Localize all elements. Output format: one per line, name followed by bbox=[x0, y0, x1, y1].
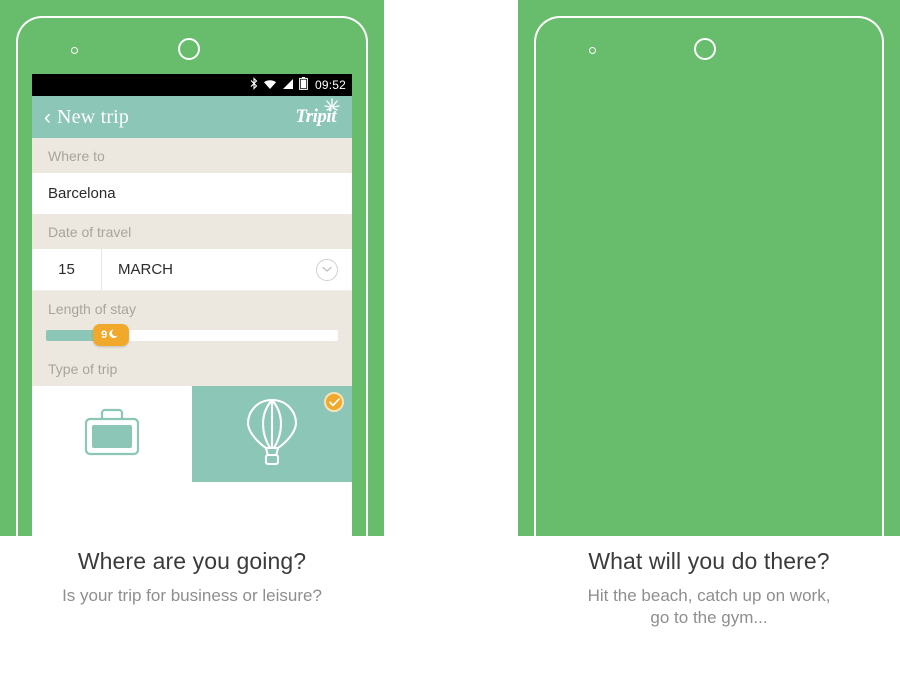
trip-type-leisure[interactable] bbox=[192, 386, 352, 482]
nav-bar-left: ‹ New trip Tripit bbox=[32, 96, 352, 138]
bluetooth-icon bbox=[250, 77, 258, 93]
right-caption-title: What will you do there? bbox=[588, 548, 830, 574]
date-of-travel-label: Date of travel bbox=[32, 214, 352, 249]
signal-icon bbox=[282, 78, 294, 93]
hot-air-balloon-icon bbox=[241, 396, 303, 473]
briefcase-icon bbox=[80, 404, 144, 465]
type-of-trip-label: Type of trip bbox=[32, 351, 352, 386]
left-promo-panel: 09:52 ‹ New trip Tripit Where to Barcelo… bbox=[0, 0, 384, 556]
page-title-left: New trip bbox=[57, 105, 130, 128]
screenshot-root: 09:52 ‹ New trip Tripit Where to Barcelo… bbox=[0, 0, 900, 675]
selected-check-icon bbox=[324, 392, 344, 412]
status-time-left: 09:52 bbox=[314, 78, 346, 92]
right-promo-panel: 8:09 ‹ Activities bbox=[518, 0, 900, 556]
date-day-value[interactable]: 15 bbox=[32, 249, 102, 290]
earpiece-icon bbox=[178, 38, 200, 60]
phone-screen-left: 09:52 ‹ New trip Tripit Where to Barcelo… bbox=[32, 74, 352, 536]
tripit-logo: Tripit bbox=[295, 98, 340, 128]
trip-type-business[interactable] bbox=[32, 386, 192, 482]
right-caption-subtitle: Hit the beach, catch up on work, go to t… bbox=[587, 586, 831, 628]
moon-icon bbox=[109, 328, 120, 342]
date-month-value[interactable]: MARCH bbox=[102, 249, 316, 290]
battery-icon bbox=[299, 77, 308, 93]
status-bar-left: 09:52 bbox=[32, 74, 352, 96]
length-of-stay-slider[interactable]: 9 bbox=[32, 324, 352, 351]
left-caption-subtitle: Is your trip for business or leisure? bbox=[62, 586, 322, 605]
slider-track[interactable]: 9 bbox=[46, 324, 338, 346]
earpiece-icon-right bbox=[694, 38, 716, 60]
where-to-input[interactable]: Barcelona bbox=[32, 173, 352, 214]
where-to-label: Where to bbox=[32, 138, 352, 173]
back-button-left[interactable]: ‹ bbox=[44, 107, 51, 128]
front-camera-icon-right bbox=[589, 47, 596, 54]
left-caption-title: Where are you going? bbox=[77, 548, 307, 574]
left-caption: Where are you going? Is your trip for bu… bbox=[0, 548, 384, 607]
wifi-icon bbox=[263, 78, 277, 93]
slider-thumb[interactable]: 9 bbox=[92, 324, 129, 346]
phone-frame-right bbox=[534, 16, 884, 556]
trip-type-tiles bbox=[32, 386, 352, 482]
date-row[interactable]: 15 MARCH bbox=[32, 249, 352, 291]
new-trip-form: Where to Barcelona Date of travel 15 MAR… bbox=[32, 138, 352, 536]
length-of-stay-label: Length of stay bbox=[32, 291, 352, 326]
right-caption: What will you do there? Hit the beach, c… bbox=[518, 548, 900, 629]
chevron-down-icon[interactable] bbox=[316, 258, 338, 281]
slider-value: 9 bbox=[101, 329, 108, 341]
starburst-icon bbox=[322, 97, 342, 113]
front-camera-icon bbox=[71, 47, 78, 54]
